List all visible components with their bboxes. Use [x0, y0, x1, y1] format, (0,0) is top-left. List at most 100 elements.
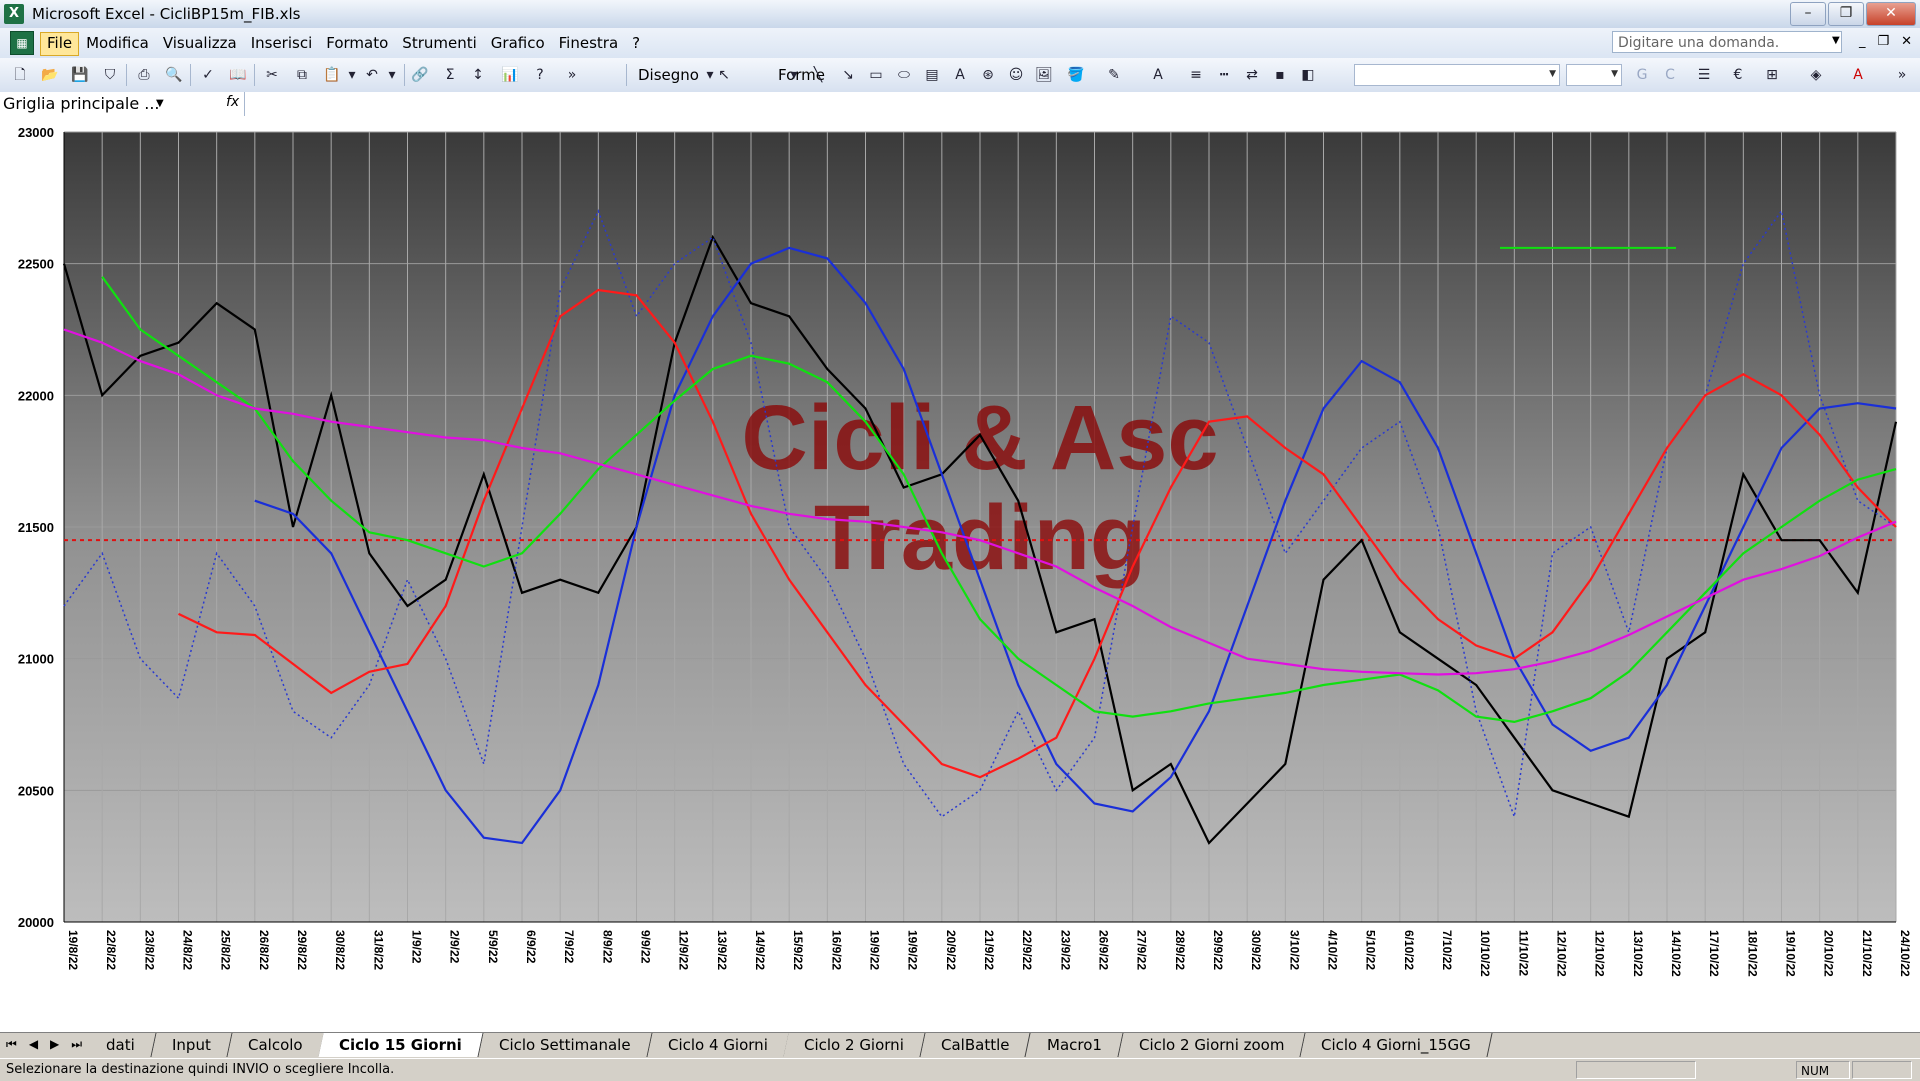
paste-dropdown-icon[interactable]: ▾: [342, 65, 362, 85]
font-color-icon[interactable]: A: [1148, 65, 1168, 85]
menu-formato[interactable]: Formato: [319, 32, 395, 56]
menu-modifica[interactable]: Modifica: [79, 32, 156, 56]
undo-icon[interactable]: ↶: [362, 65, 382, 85]
line-color-icon[interactable]: ✎: [1104, 65, 1124, 85]
close-button[interactable]: ✕: [1866, 2, 1916, 26]
save-icon[interactable]: 💾: [70, 65, 90, 85]
shadow-icon[interactable]: ▪: [1270, 65, 1290, 85]
picture-icon[interactable]: 🖼: [1034, 65, 1054, 85]
workbook-restore-button[interactable]: ❐: [1877, 34, 1889, 49]
font-name-select[interactable]: ▼: [1354, 64, 1560, 86]
paste-icon[interactable]: 📋: [322, 65, 342, 85]
help-dropdown-arrow-icon[interactable]: ▼: [1832, 35, 1840, 46]
copy-icon[interactable]: ⧉: [292, 65, 312, 85]
sum-icon[interactable]: Σ: [440, 65, 460, 85]
x-tick-label: 5/9/22: [486, 930, 500, 964]
help-search-input[interactable]: Digitare una domanda.: [1612, 31, 1842, 53]
hyperlink-icon[interactable]: 🔗: [410, 65, 430, 85]
italic-icon[interactable]: C: [1660, 65, 1680, 85]
x-tick-label: 30/9/22: [1249, 930, 1263, 970]
text-color-icon[interactable]: A: [1848, 65, 1868, 85]
toolbar-options-icon[interactable]: »: [562, 65, 582, 85]
arrow-style-icon[interactable]: ⇄: [1242, 65, 1262, 85]
excel-app-icon[interactable]: X: [4, 4, 24, 24]
chart-sheet[interactable]: 23000 22500 22000 21500 21000 20500 20000 19/8…: [0, 116, 1920, 1032]
font-size-select[interactable]: ▼: [1566, 64, 1622, 86]
toolbar-options-icon[interactable]: »: [1892, 65, 1912, 85]
select-objects-icon[interactable]: ↖: [714, 65, 734, 85]
3d-icon[interactable]: ◧: [1298, 65, 1318, 85]
sheet-tab[interactable]: Macro1: [1026, 1033, 1124, 1057]
menu-visualizza[interactable]: Visualizza: [156, 32, 244, 56]
chart-element-bar: Griglia principale ... ▼ fx: [0, 92, 1920, 117]
format-selection-icon[interactable]: fx: [226, 94, 239, 110]
sheet-tab[interactable]: Ciclo Settimanale: [478, 1033, 653, 1057]
sheet-tab[interactable]: dati: [85, 1033, 157, 1057]
menu-grafico[interactable]: Grafico: [484, 32, 552, 56]
oval-icon[interactable]: ⬭: [894, 65, 914, 85]
x-tick-label: 13/10/22: [1631, 930, 1645, 977]
dash-style-icon[interactable]: ┅: [1214, 65, 1234, 85]
workbook-minimize-button[interactable]: _: [1859, 34, 1866, 49]
clipart-icon[interactable]: ☺: [1006, 65, 1026, 85]
help-icon[interactable]: ?: [530, 65, 550, 85]
line-icon[interactable]: ╲: [808, 65, 828, 85]
permission-icon[interactable]: ⛉: [100, 65, 120, 85]
diagram-icon[interactable]: ⊛: [978, 65, 998, 85]
minimize-button[interactable]: –: [1790, 2, 1826, 26]
euro-icon[interactable]: €: [1728, 65, 1748, 85]
menu-strumenti[interactable]: Strumenti: [395, 32, 483, 56]
menu-finestra[interactable]: Finestra: [552, 32, 626, 56]
sheet-tab[interactable]: Ciclo 2 Giorni zoom: [1118, 1033, 1306, 1057]
sheet-tab[interactable]: Ciclo 15 Giorni: [318, 1033, 484, 1057]
draw-menu-button[interactable]: Disegno: [638, 66, 699, 84]
chevron-down-icon[interactable]: ▼: [156, 98, 164, 109]
sheet-tab[interactable]: Ciclo 2 Giorni: [783, 1033, 926, 1057]
title-bar: X Microsoft Excel - CicliBP15m_FIB.xls –…: [0, 0, 1920, 29]
prev-sheet-icon[interactable]: ◀: [29, 1037, 38, 1052]
x-tick-label: 24/10/22: [1898, 930, 1912, 977]
menu-inserisci[interactable]: Inserisci: [244, 32, 320, 56]
first-sheet-icon[interactable]: ⏮: [6, 1037, 17, 1052]
open-folder-icon[interactable]: 📂: [40, 65, 60, 85]
cycle-chart[interactable]: 23000 22500 22000 21500 21000 20500 20000 19/8…: [0, 116, 1920, 1032]
x-tick-label: 4/10/22: [1326, 930, 1340, 970]
print-icon[interactable]: ⎙: [134, 65, 154, 85]
menu-help[interactable]: ?: [625, 32, 647, 56]
status-bar: Selezionare la destinazione quindi INVIO…: [0, 1058, 1920, 1081]
sheet-tab[interactable]: Calcolo: [227, 1033, 324, 1057]
undo-dropdown-icon[interactable]: ▾: [382, 65, 402, 85]
rectangle-icon[interactable]: ▭: [866, 65, 886, 85]
sheet-tab[interactable]: CalBattle: [920, 1033, 1032, 1057]
sort-ascending-icon[interactable]: ↕: [468, 65, 488, 85]
x-tick-label: 5/10/22: [1364, 930, 1378, 970]
x-tick-label: 18/10/22: [1745, 930, 1759, 977]
wordart-icon[interactable]: A: [950, 65, 970, 85]
sheet-tab[interactable]: Ciclo 4 Giorni: [647, 1033, 790, 1057]
workbook-close-button[interactable]: ✕: [1901, 34, 1912, 49]
arrow-icon[interactable]: ↘: [838, 65, 858, 85]
sheet-tab[interactable]: Ciclo 4 Giorni_15GG: [1300, 1033, 1493, 1057]
bold-icon[interactable]: G: [1632, 65, 1652, 85]
dropdown-arrow-icon[interactable]: ▾: [784, 65, 804, 85]
restore-button[interactable]: ❐: [1828, 2, 1864, 26]
research-icon[interactable]: 📖: [228, 65, 248, 85]
last-sheet-icon[interactable]: ⏭: [71, 1037, 82, 1052]
text-box-icon[interactable]: ▤: [922, 65, 942, 85]
menu-file[interactable]: File: [40, 32, 80, 56]
fill-color-cell-icon[interactable]: ◈: [1806, 65, 1826, 85]
next-sheet-icon[interactable]: ▶: [50, 1037, 59, 1052]
chart-wizard-icon[interactable]: 📊: [500, 65, 520, 85]
x-tick-label: 20/9/22: [944, 930, 958, 970]
line-style-icon[interactable]: ≡: [1186, 65, 1206, 85]
spelling-icon[interactable]: ✓: [198, 65, 218, 85]
print-preview-icon[interactable]: 🔍: [164, 65, 184, 85]
fill-color-icon[interactable]: 🪣: [1066, 65, 1086, 85]
sheet-tab[interactable]: Input: [151, 1033, 233, 1057]
workbook-icon[interactable]: ▦: [10, 31, 34, 55]
new-document-icon[interactable]: 🗋: [10, 65, 30, 85]
borders-icon[interactable]: ⊞: [1762, 65, 1782, 85]
cut-icon[interactable]: ✂: [262, 65, 282, 85]
align-center-icon[interactable]: ☰: [1694, 65, 1714, 85]
chart-element-selector[interactable]: Griglia principale ...: [0, 93, 175, 115]
